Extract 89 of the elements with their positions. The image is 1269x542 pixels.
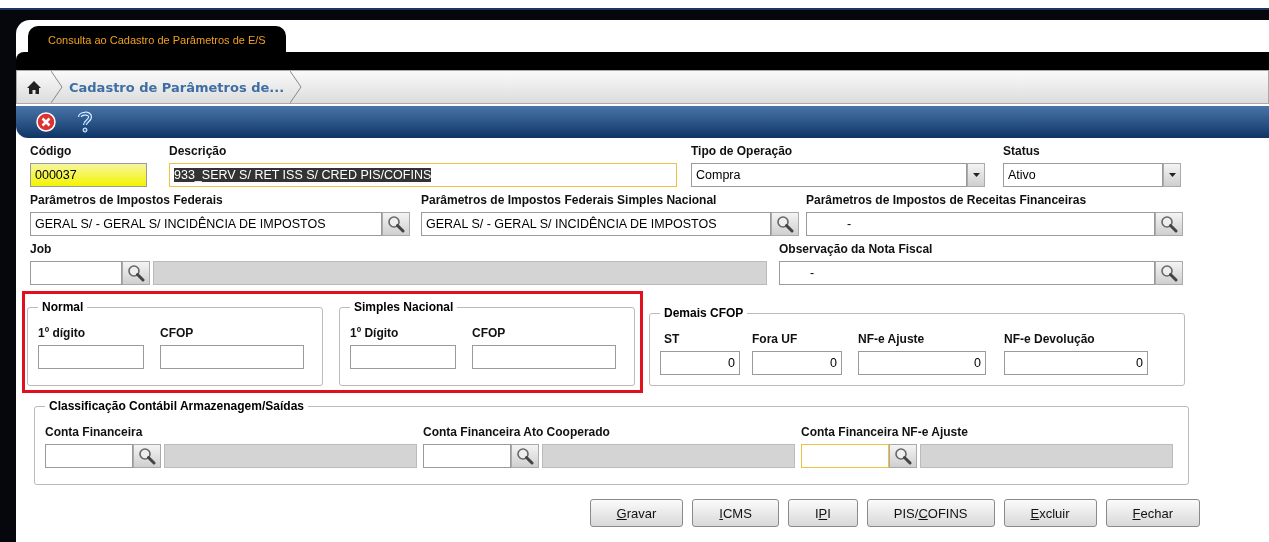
field-label: Parâmetros de Impostos Federais	[30, 193, 224, 207]
field-value: 0	[728, 356, 735, 370]
cfop-field[interactable]: 0	[660, 351, 740, 375]
field-label: Fora UF	[752, 332, 799, 346]
chevron-icon	[51, 71, 63, 103]
field-label: NF-e Devolução	[1004, 332, 1096, 346]
field-label: Observação da Nota Fiscal	[779, 242, 934, 256]
breadcrumb-item[interactable]: Cadastro de Parâmetros de...	[63, 71, 291, 103]
window-tab[interactable]: Consulta ao Cadastro de Parâmetros de E/S	[28, 26, 286, 52]
field-label: Código	[30, 144, 73, 158]
lookup-field[interactable]: -	[779, 261, 1155, 285]
cfop-field[interactable]	[350, 345, 456, 369]
action-button[interactable]: PIS/COFINS	[866, 499, 995, 527]
field-value: 933_SERV S/ RET ISS S/ CRED PIS/COFINS	[174, 168, 432, 182]
code-field[interactable]: 000037	[30, 163, 147, 187]
field-label: Conta Financeira Ato Cooperado	[423, 425, 611, 439]
search-button[interactable]	[889, 444, 917, 468]
field-value: 0	[830, 356, 837, 370]
cfop-field[interactable]: 0	[752, 351, 842, 375]
field-label: Conta Financeira NF-e Ajuste	[801, 425, 969, 439]
search-icon	[1160, 264, 1178, 282]
search-button[interactable]	[1155, 261, 1183, 285]
cfop-field[interactable]: 0	[858, 351, 986, 375]
field-value: -	[847, 217, 852, 231]
action-button[interactable]: Excluir	[1003, 499, 1097, 527]
caret-icon	[1168, 173, 1176, 177]
field-value: Compra	[696, 168, 741, 182]
job-field[interactable]	[30, 261, 122, 285]
operation-type-select[interactable]: Compra	[691, 163, 967, 187]
search-button[interactable]	[122, 261, 150, 285]
group-title: Simples Nacional	[353, 300, 455, 314]
field-value: Ativo	[1008, 168, 1036, 182]
field-label: Parâmetros de Impostos de Receitas Financeiras	[806, 193, 1088, 207]
field-label: CFOP	[160, 326, 195, 340]
action-button[interactable]: ICMS	[692, 499, 779, 527]
action-button[interactable]: Fechar	[1105, 499, 1200, 527]
close-icon[interactable]	[36, 112, 56, 132]
field-value: 0	[974, 356, 981, 370]
field-label: CFOP	[472, 326, 507, 340]
field-value: GERAL S/ - GERAL S/ INCIDÊNCIA DE IMPOSTOS	[35, 217, 326, 231]
dropdown-button[interactable]	[1163, 163, 1181, 187]
field-value: -	[810, 266, 815, 280]
account-field[interactable]	[423, 444, 511, 468]
help-icon[interactable]	[78, 111, 92, 133]
field-label: 1º Dígito	[350, 326, 400, 340]
account-field[interactable]	[801, 444, 889, 468]
field-label: ST	[664, 332, 681, 346]
lookup-field[interactable]: GERAL S/ - GERAL S/ INCIDÊNCIA DE IMPOSTOS	[421, 212, 771, 236]
account-field[interactable]	[45, 444, 133, 468]
search-button[interactable]	[771, 212, 799, 236]
search-icon	[387, 215, 405, 233]
search-icon	[516, 447, 534, 465]
chevron-icon	[290, 71, 303, 103]
group-title: Demais CFOP	[663, 306, 745, 320]
field-label: Parâmetros de Impostos Federais Simples Nacional	[421, 193, 718, 207]
lookup-field[interactable]: GERAL S/ - GERAL S/ INCIDÊNCIA DE IMPOSTOS	[30, 212, 382, 236]
field-label: Status	[1003, 144, 1041, 158]
search-icon	[776, 215, 794, 233]
field-label: Job	[30, 242, 53, 256]
field-label: Descrição	[169, 144, 228, 158]
field-label: Conta Financeira	[45, 425, 144, 439]
cfop-field[interactable]	[472, 345, 616, 369]
action-button[interactable]: IPI	[787, 499, 858, 527]
search-button[interactable]	[1155, 212, 1183, 236]
field-label: Tipo de Operação	[691, 144, 794, 158]
field-label: 1º dígito	[38, 326, 87, 340]
search-icon	[1160, 215, 1178, 233]
cfop-field[interactable]	[160, 345, 304, 369]
dropdown-button[interactable]	[967, 163, 985, 187]
search-button[interactable]	[133, 444, 161, 468]
lookup-field[interactable]: -	[806, 212, 1155, 236]
cfop-field[interactable]: 0	[1004, 351, 1148, 375]
cfop-field[interactable]	[38, 345, 144, 369]
caret-icon	[972, 173, 980, 177]
field-value: 000037	[35, 168, 77, 182]
status-select[interactable]: Ativo	[1003, 163, 1163, 187]
search-button[interactable]	[511, 444, 539, 468]
action-button[interactable]: Gravar	[589, 499, 684, 527]
search-icon	[138, 447, 156, 465]
search-button[interactable]	[382, 212, 410, 236]
search-icon	[894, 447, 912, 465]
group-title: Normal	[41, 300, 85, 314]
group-title: Classificação Contábil Armazenagem/Saídas	[48, 399, 305, 413]
description-field[interactable]: 933_SERV S/ RET ISS S/ CRED PIS/COFINS	[169, 163, 677, 187]
search-icon	[127, 264, 145, 282]
home-icon[interactable]	[27, 80, 41, 94]
field-value: GERAL S/ - GERAL S/ INCIDÊNCIA DE IMPOSTOS	[426, 217, 717, 231]
field-value: 0	[1136, 356, 1143, 370]
field-label: NF-e Ajuste	[858, 332, 926, 346]
